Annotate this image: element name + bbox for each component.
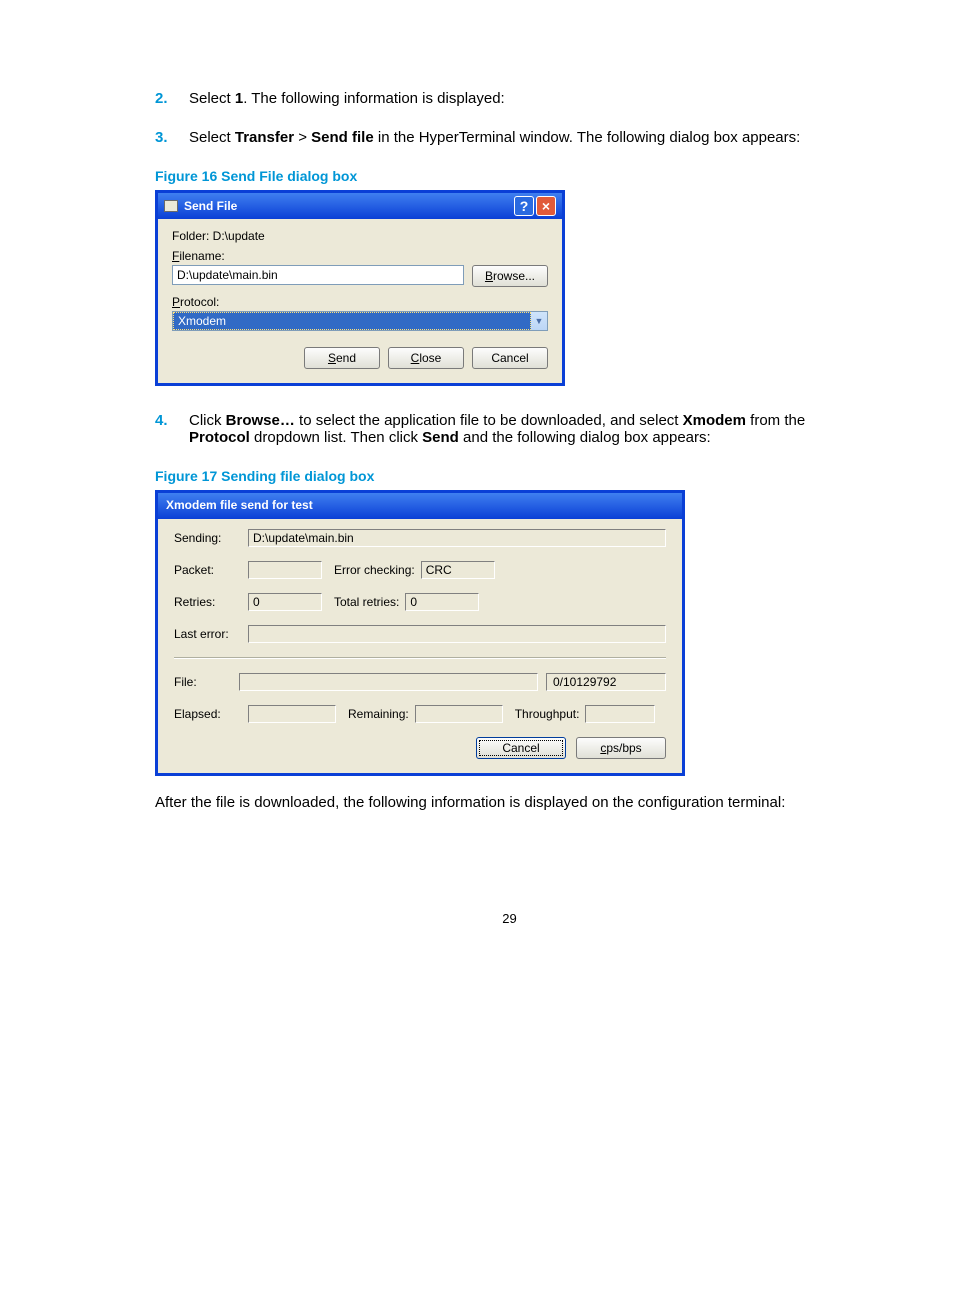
- elapsed-value: [248, 705, 336, 723]
- throughput-label: Throughput:: [515, 707, 580, 721]
- help-button[interactable]: ?: [514, 196, 534, 216]
- chevron-down-icon[interactable]: ▼: [531, 312, 547, 330]
- browse-button[interactable]: Browse...: [472, 265, 548, 287]
- step-text: Click Browse… to select the application …: [189, 412, 805, 446]
- step-text: Select 1. The following information is d…: [189, 90, 505, 107]
- cancel-button[interactable]: Cancel: [472, 347, 548, 369]
- step-2: 2. Select 1. The following information i…: [155, 90, 864, 107]
- page-content: 2. Select 1. The following information i…: [0, 0, 954, 986]
- filename-label: Filename:: [172, 249, 548, 263]
- step-number: 4.: [155, 412, 168, 429]
- dialog-title: Xmodem file send for test: [166, 498, 313, 512]
- step-text: Select Transfer > Send file in the Hyper…: [189, 129, 800, 146]
- retries-value: 0: [248, 593, 322, 611]
- sending-dialog: Xmodem file send for test Sending: D:\up…: [155, 490, 685, 776]
- packet-label: Packet:: [174, 563, 242, 577]
- dialog-title: Send File: [184, 199, 237, 213]
- file-label: File:: [174, 675, 233, 689]
- divider: [174, 657, 666, 659]
- elapsed-label: Elapsed:: [174, 707, 242, 721]
- step-number: 3.: [155, 129, 168, 146]
- file-progress-bar: [239, 673, 538, 691]
- figure-16-caption: Figure 16 Send File dialog box: [155, 168, 864, 184]
- cpsbps-button[interactable]: cps/bps: [576, 737, 666, 759]
- sending-value: D:\update\main.bin: [248, 529, 666, 547]
- last-error-label: Last error:: [174, 627, 242, 641]
- file-progress-text: 0/10129792: [546, 673, 666, 691]
- dialog-titlebar[interactable]: Send File ? ×: [158, 193, 562, 219]
- folder-label: Folder: D:\update: [172, 229, 548, 243]
- throughput-value: [585, 705, 655, 723]
- step-number: 2.: [155, 90, 168, 107]
- protocol-value: Xmodem: [173, 312, 531, 330]
- send-file-dialog: Send File ? × Folder: D:\update Filename…: [155, 190, 565, 386]
- close-button[interactable]: Close: [388, 347, 464, 369]
- dialog-titlebar[interactable]: Xmodem file send for test: [158, 493, 682, 519]
- total-retries-label: Total retries:: [334, 595, 399, 609]
- close-icon[interactable]: ×: [536, 196, 556, 216]
- step-3: 3. Select Transfer > Send file in the Hy…: [155, 129, 864, 146]
- remaining-value: [415, 705, 503, 723]
- filename-input[interactable]: [172, 265, 464, 285]
- last-error-value: [248, 625, 666, 643]
- retries-label: Retries:: [174, 595, 242, 609]
- after-download-text: After the file is downloaded, the follow…: [155, 794, 864, 811]
- figure-17-caption: Figure 17 Sending file dialog box: [155, 468, 864, 484]
- protocol-select[interactable]: Xmodem ▼: [172, 311, 548, 331]
- remaining-label: Remaining:: [348, 707, 409, 721]
- sending-label: Sending:: [174, 531, 242, 545]
- error-checking-value: CRC: [421, 561, 495, 579]
- send-button[interactable]: Send: [304, 347, 380, 369]
- app-icon: [164, 200, 178, 212]
- protocol-label: Protocol:: [172, 295, 548, 309]
- error-checking-label: Error checking:: [334, 563, 415, 577]
- total-retries-value: 0: [405, 593, 479, 611]
- packet-value: [248, 561, 322, 579]
- step-4: 4. Click Browse… to select the applicati…: [155, 412, 864, 446]
- cancel-button[interactable]: Cancel: [476, 737, 566, 759]
- page-number: 29: [155, 911, 864, 926]
